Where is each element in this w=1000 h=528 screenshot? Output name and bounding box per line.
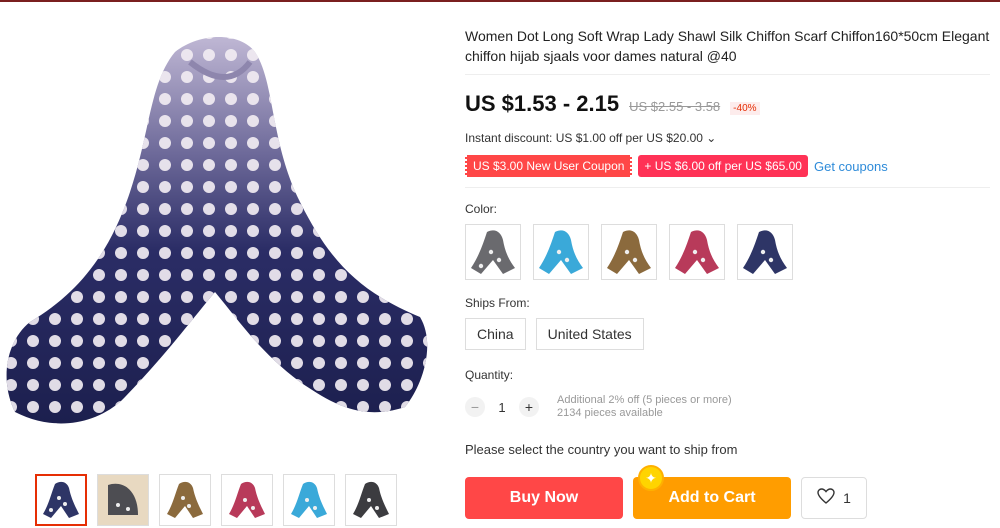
color-swatch-sky-blue[interactable] [533, 224, 589, 280]
get-coupons-link[interactable]: Get coupons [814, 159, 888, 174]
product-info-panel: Women Dot Long Soft Wrap Lady Shawl Silk… [465, 26, 990, 519]
thumbnail-rose[interactable] [221, 474, 273, 526]
store-coupon[interactable]: + US $6.00 off per US $65.00 [638, 155, 808, 177]
divider [465, 187, 990, 188]
top-border [0, 0, 1000, 2]
price-row: US $1.53 - 2.15 US $2.55 - 3.58 -40% [465, 91, 990, 117]
ship-option-china[interactable]: China [465, 318, 526, 350]
product-title: Women Dot Long Soft Wrap Lady Shawl Silk… [465, 28, 990, 64]
ship-option-united-states[interactable]: United States [535, 318, 644, 350]
quantity-label: Quantity: [465, 368, 514, 382]
thumbnail-strip [35, 474, 397, 526]
original-price: US $2.55 - 3.58 [629, 99, 721, 114]
color-swatch-gray[interactable] [465, 224, 521, 280]
add-to-cart-button[interactable]: ✦ Add to Cart [633, 465, 791, 519]
thumbnail-gray[interactable] [97, 474, 149, 526]
stock-available-text: 2134 pieces available [557, 407, 663, 419]
new-user-coupon[interactable]: US $3.00 New User Coupon [465, 155, 633, 177]
thumbnail-khaki[interactable] [159, 474, 211, 526]
coin-icon: ✦ [638, 465, 664, 491]
color-swatch-navy[interactable] [737, 224, 793, 280]
action-buttons: Buy Now ✦ Add to Cart 1 [465, 465, 990, 519]
ship-notice: Please select the country you want to sh… [465, 442, 738, 457]
thumbnail-navy[interactable] [35, 474, 87, 526]
thumbnail-sky-blue[interactable] [283, 474, 335, 526]
color-options [465, 224, 990, 280]
wishlist-button[interactable]: 1 [801, 477, 867, 519]
quantity-stepper: − 1 + Additional 2% off (5 pieces or mor… [465, 394, 990, 420]
quantity-increase-button[interactable]: + [519, 397, 539, 417]
add-to-cart-label: Add to Cart [668, 489, 756, 506]
quantity-info: Additional 2% off (5 pieces or more) 213… [557, 394, 732, 420]
color-swatch-khaki[interactable] [601, 224, 657, 280]
discount-badge: -40% [730, 102, 760, 115]
bulk-discount-text: Additional 2% off (5 pieces or more) [557, 394, 732, 406]
buy-now-button[interactable]: Buy Now [465, 477, 623, 519]
current-price: US $1.53 - 2.15 [465, 91, 620, 116]
heart-icon [817, 487, 835, 509]
ships-from-options: China United States [465, 318, 990, 350]
quantity-value[interactable]: 1 [493, 400, 511, 415]
ships-from-label: Ships From: [465, 296, 530, 310]
coupon-row: US $3.00 New User Coupon + US $6.00 off … [465, 155, 990, 177]
thumbnail-charcoal[interactable] [345, 474, 397, 526]
quantity-decrease-button[interactable]: − [465, 397, 485, 417]
divider [465, 74, 990, 75]
main-product-image[interactable] [0, 22, 440, 442]
instant-discount[interactable]: Instant discount: US $1.00 off per US $2… [465, 131, 990, 145]
color-label: Color: [465, 202, 498, 216]
wish-count: 1 [843, 490, 851, 506]
color-swatch-rose[interactable] [669, 224, 725, 280]
